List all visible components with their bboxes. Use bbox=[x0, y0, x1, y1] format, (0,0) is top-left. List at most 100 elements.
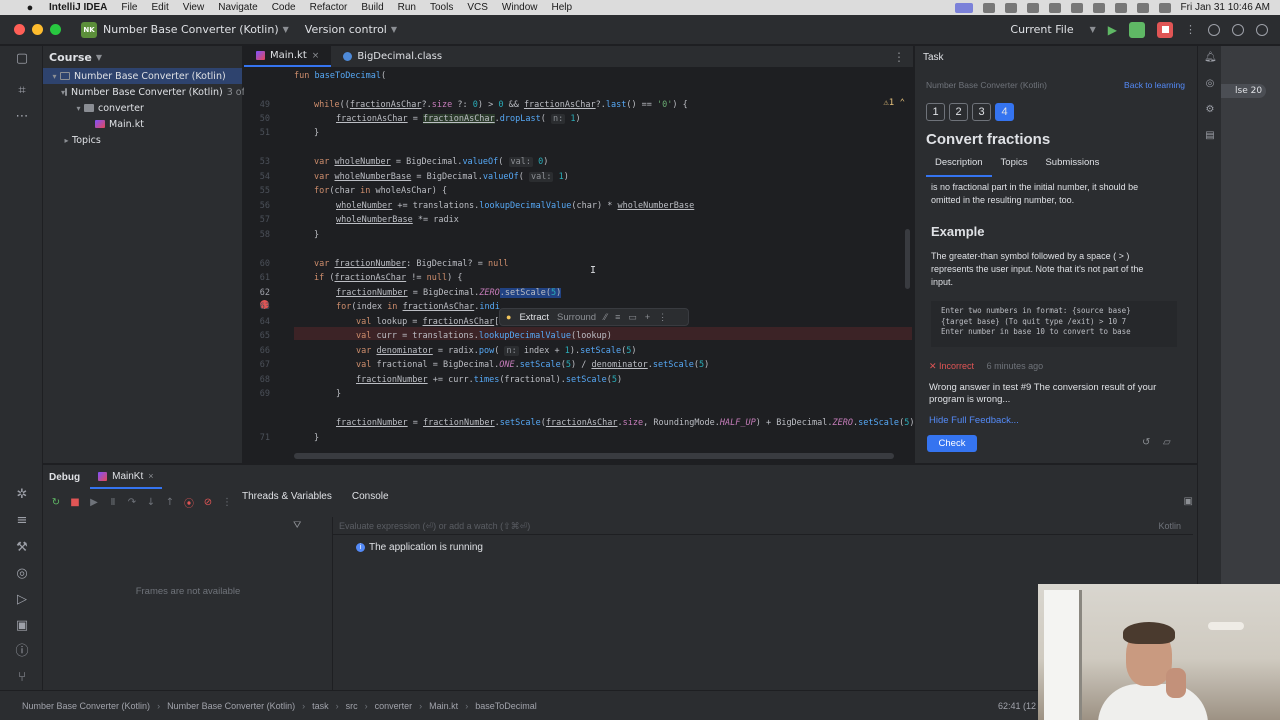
check-button[interactable]: Check bbox=[927, 435, 977, 452]
code-line[interactable]: fractionNumber += curr.times(fractional)… bbox=[356, 375, 622, 385]
vertical-scrollbar[interactable] bbox=[905, 229, 910, 289]
course-panel-title[interactable]: Course bbox=[49, 51, 92, 64]
book-icon[interactable]: ▤ bbox=[1204, 130, 1216, 142]
pause-icon[interactable]: Ⅱ bbox=[108, 497, 118, 508]
apple-icon[interactable]: ● bbox=[18, 2, 42, 14]
close-icon[interactable]: × bbox=[148, 471, 153, 481]
menu-run[interactable]: Run bbox=[391, 2, 423, 13]
status-icon[interactable] bbox=[982, 2, 995, 13]
evaluate-expression-input[interactable]: Evaluate expression (⏎) or add a watch (… bbox=[333, 517, 1193, 535]
account-icon[interactable] bbox=[1208, 23, 1220, 36]
tree-item-course[interactable]: ▾ Number Base Converter (Kotlin) bbox=[43, 68, 242, 84]
reformat-icon[interactable]: ▭ bbox=[628, 312, 637, 323]
code-line[interactable]: fractionNumber = fractionNumber.setScale… bbox=[336, 418, 913, 428]
comment-icon[interactable]: ▱ bbox=[1163, 437, 1171, 448]
lightbulb-icon[interactable]: ● bbox=[506, 312, 511, 322]
code-line[interactable]: var denominator = radix.pow( n: index + … bbox=[356, 346, 636, 356]
surround-action[interactable]: Surround bbox=[557, 312, 596, 323]
mute-breakpoints-icon[interactable]: ⊘ bbox=[203, 497, 213, 508]
tab-submissions[interactable]: Submissions bbox=[1036, 156, 1108, 177]
breadcrumb-item[interactable]: src bbox=[346, 701, 358, 711]
code-line[interactable]: val fractional = BigDecimal.ONE.setScale… bbox=[356, 360, 709, 370]
control-center-icon[interactable] bbox=[1136, 2, 1149, 13]
breadcrumb-item[interactable]: Main.kt bbox=[429, 701, 458, 711]
tab-main-kt[interactable]: Main.kt × bbox=[244, 46, 332, 67]
status-icon[interactable] bbox=[1004, 2, 1017, 13]
run-icon[interactable]: ▶ bbox=[1108, 23, 1117, 37]
language-selector[interactable]: Kotlin bbox=[1158, 517, 1181, 535]
search-icon[interactable] bbox=[1232, 23, 1244, 36]
step-1-button[interactable]: 1 bbox=[926, 103, 945, 121]
build-icon[interactable]: ⚒ bbox=[14, 541, 30, 555]
code-line[interactable]: while((fractionAsChar?.size ?: 0) > 0 &&… bbox=[314, 100, 688, 110]
breadcrumb-item[interactable]: converter bbox=[375, 701, 413, 711]
more-tabs-icon[interactable]: ⋮ bbox=[893, 46, 913, 67]
structure-tool-icon[interactable]: ⌗ bbox=[14, 84, 30, 98]
menu-edit[interactable]: Edit bbox=[144, 2, 175, 13]
siri-icon[interactable] bbox=[1158, 2, 1171, 13]
code-line[interactable]: } bbox=[314, 230, 319, 240]
code-line-current[interactable]: fractionNumber = BigDecimal.ZERO.setScal… bbox=[336, 288, 562, 298]
lesson-chip[interactable]: lse 20 bbox=[1221, 84, 1267, 98]
step-2-button[interactable]: 2 bbox=[949, 103, 968, 121]
add-icon[interactable]: + bbox=[645, 312, 650, 322]
zoom-window-button[interactable] bbox=[50, 24, 61, 35]
database-icon[interactable]: ⚙ bbox=[1204, 104, 1216, 116]
rerun-icon[interactable]: ↻ bbox=[51, 497, 61, 508]
tree-item-topics[interactable]: ▸ Topics bbox=[43, 132, 242, 148]
step-3-button[interactable]: 3 bbox=[972, 103, 991, 121]
step-4-button[interactable]: 4 bbox=[995, 103, 1014, 121]
code-line[interactable]: } bbox=[314, 128, 319, 138]
menu-refactor[interactable]: Refactor bbox=[303, 2, 355, 13]
chevron-right-icon[interactable]: ▸ bbox=[61, 136, 72, 145]
menu-build[interactable]: Build bbox=[354, 2, 390, 13]
close-icon[interactable]: × bbox=[312, 51, 320, 61]
menu-vcs[interactable]: VCS bbox=[460, 2, 495, 13]
tree-item-main-kt[interactable]: Main.kt bbox=[43, 116, 242, 132]
menu-help[interactable]: Help bbox=[545, 2, 580, 13]
warning-indicator[interactable]: ⚠1 ⌃ bbox=[883, 98, 905, 108]
code-line[interactable]: var wholeNumberBase = BigDecimal.valueOf… bbox=[314, 172, 569, 182]
debug-tool-icon[interactable]: ✲ bbox=[14, 488, 30, 502]
git-icon[interactable]: ⑂ bbox=[14, 671, 30, 685]
hide-feedback-link[interactable]: Hide Full Feedback... bbox=[929, 415, 1019, 426]
tree-item-lesson[interactable]: ▾ Number Base Converter (Kotlin) 3 of 4 bbox=[43, 84, 254, 100]
minimize-window-button[interactable] bbox=[32, 24, 43, 35]
wifi-icon[interactable] bbox=[1092, 2, 1105, 13]
step-out-icon[interactable]: ↑ bbox=[165, 497, 175, 508]
code-area[interactable]: fun baseToDecimal( ⚠1 ⌃ 49 while((fracti… bbox=[244, 69, 913, 459]
frames-list[interactable]: Frames are not available bbox=[43, 517, 333, 691]
course-panel-header[interactable]: Course ▼ bbox=[43, 46, 242, 68]
tab-topics[interactable]: Topics bbox=[992, 156, 1037, 177]
breadcrumb-item[interactable]: task bbox=[312, 701, 329, 711]
project-badge[interactable]: NK bbox=[81, 21, 97, 38]
code-line[interactable]: fractionAsChar = fractionAsChar.dropLast… bbox=[336, 114, 581, 124]
more-icon[interactable]: ⋮ bbox=[222, 497, 232, 508]
menu-window[interactable]: Window bbox=[495, 2, 545, 13]
play-icon[interactable] bbox=[1026, 2, 1039, 13]
problems-icon[interactable]: ⓘ bbox=[14, 645, 30, 659]
menu-app-name[interactable]: IntelliJ IDEA bbox=[42, 2, 114, 13]
filter-icon[interactable]: ⛛ bbox=[293, 520, 301, 531]
tree-item-converter[interactable]: ▾ converter bbox=[43, 100, 242, 116]
services-icon[interactable]: ◎ bbox=[14, 567, 30, 581]
tab-threads-variables[interactable]: Threads & Variables bbox=[242, 491, 332, 502]
back-to-learning-link[interactable]: Back to learning bbox=[1124, 80, 1185, 90]
close-window-button[interactable] bbox=[14, 24, 25, 35]
resume-icon[interactable]: ▶ bbox=[89, 497, 99, 508]
horizontal-scrollbar[interactable] bbox=[294, 453, 894, 459]
code-line[interactable]: } bbox=[336, 389, 341, 399]
step-over-icon[interactable]: ↷ bbox=[127, 497, 137, 508]
screen-record-icon[interactable] bbox=[954, 2, 973, 13]
extract-action[interactable]: Extract bbox=[519, 312, 549, 323]
breadcrumb-item[interactable]: baseToDecimal bbox=[475, 701, 537, 711]
status-icon[interactable] bbox=[1070, 2, 1083, 13]
terminal-icon[interactable]: ▣ bbox=[14, 619, 30, 633]
code-line[interactable]: } bbox=[314, 433, 319, 443]
more-icon[interactable]: ⋮ bbox=[658, 312, 667, 323]
format-icon[interactable]: ≡ bbox=[615, 312, 620, 322]
stop-icon[interactable] bbox=[1157, 21, 1173, 38]
more-icon[interactable]: ⋮ bbox=[1185, 23, 1196, 36]
code-line[interactable]: var fractionNumber: BigDecimal? = null bbox=[314, 259, 509, 269]
tab-bigdecimal-class[interactable]: BigDecimal.class bbox=[331, 46, 454, 67]
